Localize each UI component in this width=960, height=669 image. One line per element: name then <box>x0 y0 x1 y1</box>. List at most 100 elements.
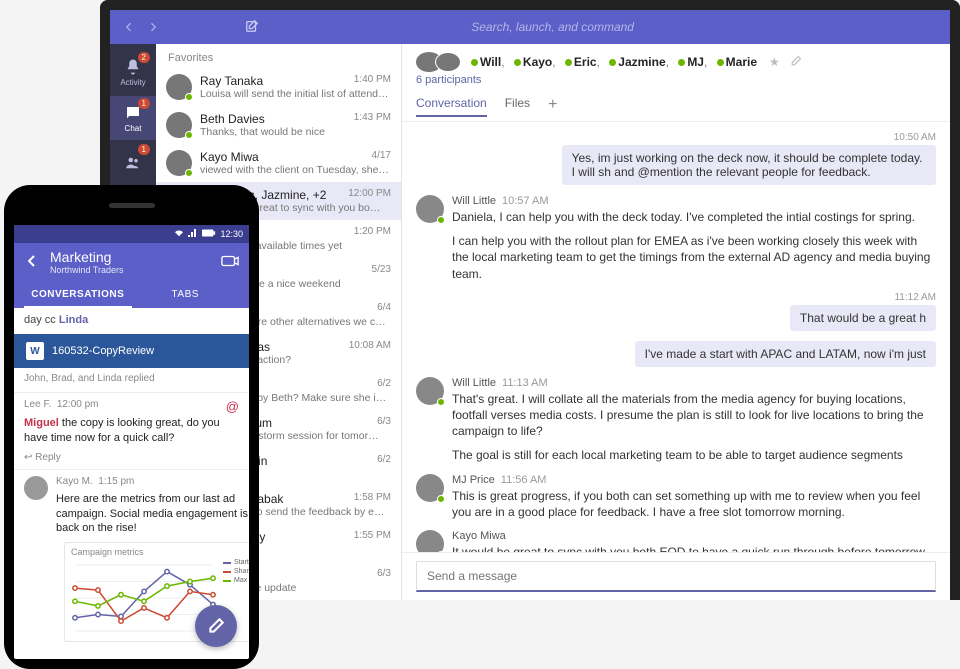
nav-forward-icon[interactable] <box>144 18 162 36</box>
presence-dot <box>514 59 521 66</box>
chat-list-item[interactable]: Ray Tanaka 1:40 PM Louisa will send the i… <box>156 68 401 106</box>
replies-summary[interactable]: John, Brad, and Linda replied <box>14 370 249 392</box>
presence-indicator <box>185 93 193 101</box>
chat-time: 6/3 <box>377 568 391 582</box>
phone-speaker <box>109 203 155 208</box>
presence-indicator <box>185 169 193 177</box>
chat-preview: viewed with the client on Tuesday, she h… <box>200 164 391 176</box>
avatar <box>416 530 444 552</box>
message-text: That would be a great h <box>790 305 936 331</box>
avatar <box>166 74 192 100</box>
participant-name: Jazmine <box>618 55 665 69</box>
star-icon[interactable]: ★ <box>769 55 780 69</box>
phone-device: 12:30 Marketing Northwind Traders CONVER… <box>4 185 259 669</box>
presence-dot <box>678 59 685 66</box>
participant-count[interactable]: 6 participants <box>416 74 936 86</box>
rail-teams[interactable]: 1 <box>110 142 156 186</box>
message-time: 10:57 AM <box>502 195 548 207</box>
message-text: The goal is still for each local marketi… <box>452 447 936 463</box>
chat-list-item[interactable]: Kayo Miwa 4/17 viewed with the client on … <box>156 144 401 182</box>
rail-chat[interactable]: 1 Chat <box>110 96 156 140</box>
message-time: 11:13 AM <box>502 377 548 389</box>
presence-indicator <box>437 495 445 503</box>
chat-name: Kayo Miwa <box>200 150 259 164</box>
command-bar[interactable]: Search, launch, and command <box>273 20 833 34</box>
message: MJ Price11:56 AM This is great progress,… <box>416 474 936 520</box>
clock: 12:30 <box>220 229 243 239</box>
message: Will Little11:13 AM That's great. I will… <box>416 377 936 464</box>
message: Will Little10:57 AM Daniela, I can help … <box>416 195 936 282</box>
avatar <box>166 112 192 138</box>
phone-message: Lee F. 12:00 pm @ Miguel the copy is loo… <box>14 392 249 469</box>
avatar <box>24 476 48 500</box>
file-name: 160532-CopyReview <box>52 345 154 357</box>
rail-chat-badge: 1 <box>138 98 150 109</box>
phone-tabs: CONVERSATIONS TABS <box>24 283 239 308</box>
mention-icon: @ <box>226 399 239 414</box>
avatar <box>416 377 444 405</box>
message-input[interactable] <box>416 561 936 592</box>
avatar <box>166 150 192 176</box>
chat-time: 4/17 <box>372 150 391 164</box>
chat-time: 12:00 PM <box>348 188 391 202</box>
add-tab-button[interactable]: + <box>548 96 557 117</box>
message-author: Will Little10:57 AM <box>452 195 936 207</box>
nav-back-icon[interactable] <box>120 18 138 36</box>
mention: Miguel <box>24 417 59 429</box>
presence-indicator <box>185 131 193 139</box>
chat-time: 5/23 <box>372 264 391 278</box>
participant-name: Will <box>480 55 501 69</box>
tab-files[interactable]: Files <box>505 96 530 117</box>
edit-icon[interactable] <box>790 55 802 70</box>
message-author: Will Little11:13 AM <box>452 377 936 389</box>
participant-name: Kayo <box>523 55 552 69</box>
chat-time: 10:08 AM <box>349 340 391 354</box>
reply-button[interactable]: ↩ Reply <box>24 452 239 463</box>
battery-icon <box>202 229 216 239</box>
presence-dot <box>717 59 724 66</box>
back-icon[interactable] <box>24 253 40 272</box>
tab-conversation[interactable]: Conversation <box>416 96 487 117</box>
message-self: 10:50 AMYes, im just working on the deck… <box>562 132 936 185</box>
conversation-pane: Will, Kayo, Eric, Jazmine, MJ, Marie ★ 6… <box>402 44 950 600</box>
avatar <box>435 52 461 72</box>
signal-icon <box>188 229 198 239</box>
team-name: Northwind Traders <box>50 265 211 275</box>
phone-tab-tabs[interactable]: TABS <box>132 283 240 308</box>
titlebar: Search, launch, and command <box>110 10 950 44</box>
presence-dot <box>609 59 616 66</box>
message-text: Daniela, I can help you with the deck to… <box>452 209 936 225</box>
rail-label: Activity <box>120 78 145 87</box>
message-time: 11:12 AM <box>790 292 936 303</box>
file-attachment[interactable]: W 160532-CopyReview <box>14 334 249 368</box>
word-doc-icon: W <box>26 342 44 360</box>
rail-teams-badge: 1 <box>138 144 150 155</box>
message-text: I can help you with the rollout plan for… <box>452 233 936 282</box>
message-time: 10:50 AM <box>562 132 936 143</box>
participant-name: Marie <box>726 55 757 69</box>
presence-dot <box>471 59 478 66</box>
chat-preview: Louisa will send the initial list of att… <box>200 88 391 100</box>
avatar <box>416 474 444 502</box>
message-self: 11:12 AM That would be a great h <box>790 292 936 331</box>
presence-indicator <box>437 398 445 406</box>
phone-tab-conversations[interactable]: CONVERSATIONS <box>24 283 132 308</box>
cc-line: day cc Linda <box>14 308 249 332</box>
chat-time: 1:40 PM <box>354 74 391 88</box>
channel-options-icon[interactable] <box>221 254 239 271</box>
message-text: I've made a start with APAC and LATAM, n… <box>635 341 936 367</box>
message: Kayo Miwa It would be great to sync with… <box>416 530 936 552</box>
phone-screen: 12:30 Marketing Northwind Traders CONVER… <box>14 225 249 659</box>
phone-compose-fab[interactable] <box>195 605 237 647</box>
chat-name: Ray Tanaka <box>200 74 263 88</box>
people-icon <box>124 154 142 172</box>
legend-item: Starter <box>223 559 249 566</box>
participant-name: Eric <box>574 55 597 69</box>
message-author: Kayo Miwa <box>452 530 936 542</box>
chat-list-item[interactable]: Beth Davies1:43 PM Thanks, that would be… <box>156 106 401 144</box>
rail-activity[interactable]: 2 Activity <box>110 50 156 94</box>
participant-name: MJ <box>687 55 704 69</box>
compose-icon[interactable] <box>245 19 259 36</box>
chat-time: 1:58 PM <box>354 492 391 506</box>
presence-dot <box>565 59 572 66</box>
